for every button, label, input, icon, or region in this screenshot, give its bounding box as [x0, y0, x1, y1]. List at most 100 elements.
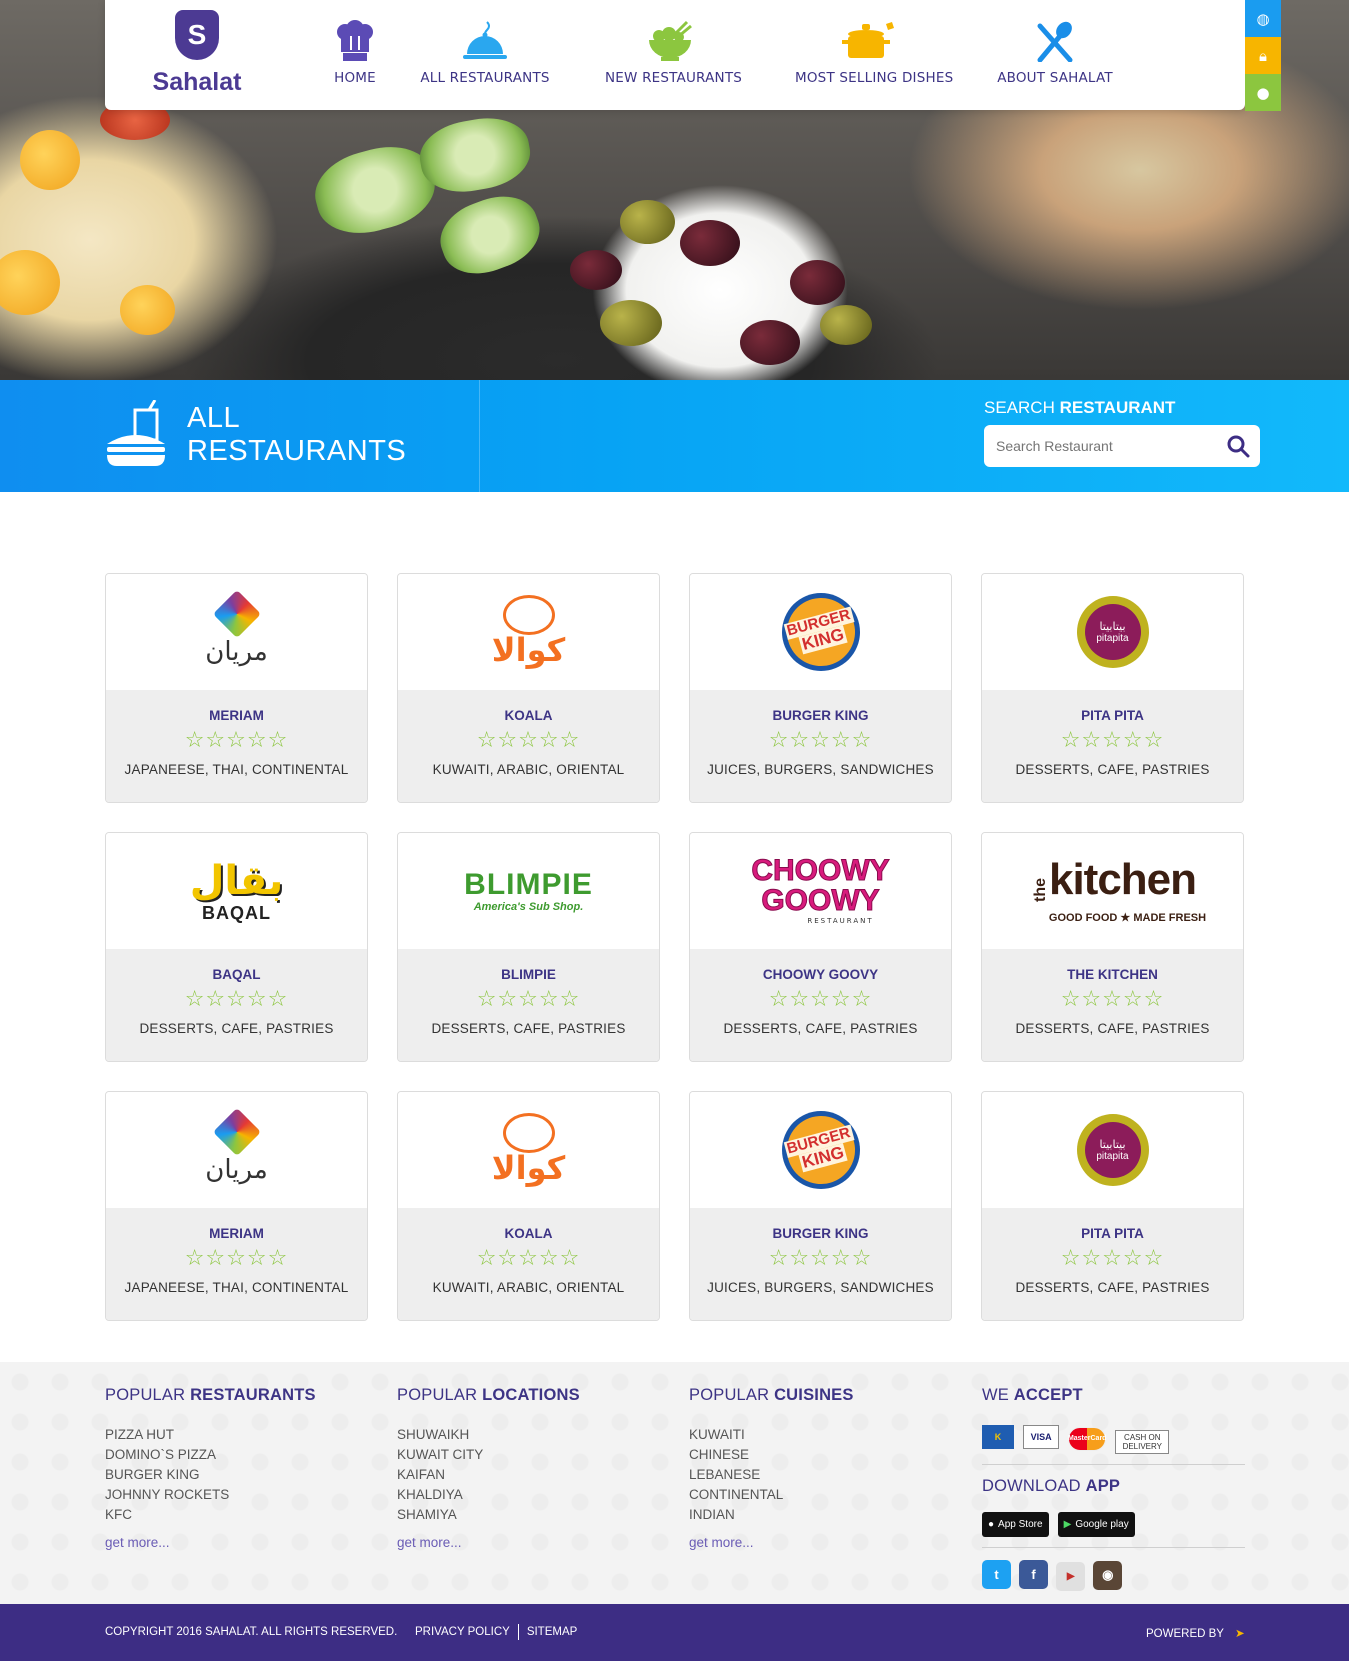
choowy-goowy-logo: CHOOWY GOOWY RESTAURANT	[751, 855, 890, 926]
get-more-link[interactable]: get more...	[105, 1535, 316, 1550]
restaurant-logo-area: بيتابيتا pitapita	[982, 1092, 1243, 1208]
footer-link[interactable]: JOHNNY ROCKETS	[105, 1485, 316, 1505]
footer-link[interactable]: KAIFAN	[397, 1465, 580, 1485]
privacy-policy-link[interactable]: PRIVACY POLICY	[415, 1624, 519, 1640]
footer-link[interactable]: DOMINO`S PIZZA	[105, 1445, 316, 1465]
meriam-logo: مريان	[205, 589, 268, 667]
page-title: ALL RESTAURANTS	[187, 402, 406, 468]
restaurant-card[interactable]: كوالا KOALA ☆☆☆☆☆ KUWAITI, ARABIC, ORIEN…	[397, 573, 660, 803]
footer-link[interactable]: CONTINENTAL	[689, 1485, 854, 1505]
restaurant-cuisine: DESSERTS, CAFE, PASTRIES	[1015, 762, 1210, 777]
language-button[interactable]: ◍	[1245, 0, 1281, 37]
login-button[interactable]: 🔒︎	[1245, 37, 1281, 74]
restaurant-name: KOALA	[504, 708, 553, 723]
kitchen-logo-subtext: GOOD FOOD ★ MADE FRESH	[1048, 911, 1207, 924]
copyright-text: COPYRIGHT 2016 SAHALAT. ALL RIGHTS RESER…	[105, 1626, 398, 1638]
footer-link[interactable]: KUWAITI	[689, 1425, 854, 1445]
knet-card-icon: K	[982, 1425, 1014, 1449]
restaurant-logo-area: CHOOWY GOOWY RESTAURANT	[690, 833, 951, 949]
rating-stars[interactable]: ☆☆☆☆☆	[106, 729, 367, 753]
restaurant-card[interactable]: CHOOWY GOOWY RESTAURANT CHOOWY GOOVY ☆☆☆…	[689, 832, 952, 1062]
footer-link[interactable]: PIZZA HUT	[105, 1425, 316, 1445]
restaurant-card[interactable]: بيتابيتا pitapita PITA PITA ☆☆☆☆☆ DESSER…	[981, 573, 1244, 803]
burger-drink-icon	[105, 399, 167, 470]
restaurant-card[interactable]: BURGER KING BURGER KING ☆☆☆☆☆ JUICES, BU…	[689, 573, 952, 803]
restaurant-name: MERIAM	[209, 1226, 264, 1241]
rating-stars[interactable]: ☆☆☆☆☆	[982, 988, 1243, 1012]
restaurant-card[interactable]: بقال BAQAL BAQAL ☆☆☆☆☆ DESSERTS, CAFE, P…	[105, 832, 368, 1062]
rating-stars[interactable]: ☆☆☆☆☆	[690, 1247, 951, 1271]
restaurant-name: BURGER KING	[772, 1226, 869, 1241]
restaurant-info: KOALA ☆☆☆☆☆ KUWAITI, ARABIC, ORIENTAL	[398, 690, 659, 802]
restaurant-card[interactable]: BURGER KING BURGER KING ☆☆☆☆☆ JUICES, BU…	[689, 1091, 952, 1321]
restaurant-card[interactable]: thekitchen GOOD FOOD ★ MADE FRESH THE KI…	[981, 832, 1244, 1062]
restaurant-cuisine: DESSERTS, CAFE, PASTRIES	[1015, 1021, 1210, 1036]
footer-link[interactable]: KUWAIT CITY	[397, 1445, 580, 1465]
footer-link[interactable]: CHINESE	[689, 1445, 854, 1465]
search-input[interactable]	[984, 425, 1204, 467]
youtube-icon[interactable]: ▶	[1056, 1562, 1086, 1591]
rating-stars[interactable]: ☆☆☆☆☆	[398, 1247, 659, 1271]
apple-icon: ●	[988, 1519, 995, 1530]
burger-king-logo: BURGER KING	[778, 1108, 863, 1192]
footer-divider	[982, 1464, 1245, 1465]
search-label: SEARCH RESTAURANT	[984, 398, 1175, 418]
restaurant-card[interactable]: مريان MERIAM ☆☆☆☆☆ JAPANEESE, THAI, CONT…	[105, 1091, 368, 1321]
footer-heading-bold: RESTAURANTS	[190, 1386, 316, 1404]
developer-logo-icon[interactable]: ➤	[1235, 1628, 1245, 1640]
restaurant-info: THE KITCHEN ☆☆☆☆☆ DESSERTS, CAFE, PASTRI…	[982, 949, 1243, 1061]
nav-new-restaurants[interactable]: NEW RESTAURANTS	[605, 0, 742, 110]
top-navigation: S Sahalat HOME ALL RESTAURANTS NEW RESTA…	[105, 0, 1281, 111]
app-store-badge[interactable]: ● App Store	[982, 1512, 1049, 1537]
user-icon: ●	[1256, 83, 1270, 102]
restaurant-cuisine: KUWAITI, ARABIC, ORIENTAL	[432, 1280, 625, 1295]
restaurant-logo-area: كوالا	[398, 1092, 659, 1208]
nav-label: ALL RESTAURANTS	[420, 70, 550, 86]
restaurant-card[interactable]: كوالا KOALA ☆☆☆☆☆ KUWAITI, ARABIC, ORIEN…	[397, 1091, 660, 1321]
get-more-link[interactable]: get more...	[689, 1535, 854, 1550]
rating-stars[interactable]: ☆☆☆☆☆	[106, 1247, 367, 1271]
footer-divider	[982, 1547, 1245, 1548]
footer-link[interactable]: INDIAN	[689, 1505, 854, 1525]
google-play-badge[interactable]: ▶ Google play	[1057, 1512, 1135, 1537]
sitemap-link[interactable]: SITEMAP	[519, 1624, 585, 1640]
footer-link[interactable]: SHAMIYA	[397, 1505, 580, 1525]
facebook-icon[interactable]: f	[1019, 1560, 1049, 1589]
restaurant-card[interactable]: BLIMPIE America's Sub Shop. BLIMPIE ☆☆☆☆…	[397, 832, 660, 1062]
rating-stars[interactable]: ☆☆☆☆☆	[398, 729, 659, 753]
footer-link[interactable]: KFC	[105, 1505, 316, 1525]
restaurant-logo-area: بيتابيتا pitapita	[982, 574, 1243, 690]
rating-stars[interactable]: ☆☆☆☆☆	[106, 988, 367, 1012]
footer-link[interactable]: LEBANESE	[689, 1465, 854, 1485]
register-button[interactable]: ●	[1245, 74, 1281, 111]
nav-about-sahalat[interactable]: ABOUT SAHALAT	[995, 0, 1115, 110]
get-more-link[interactable]: get more...	[397, 1535, 580, 1550]
page-title-line1: ALL	[187, 402, 241, 434]
rating-stars[interactable]: ☆☆☆☆☆	[398, 988, 659, 1012]
rating-stars[interactable]: ☆☆☆☆☆	[982, 1247, 1243, 1271]
restaurant-cuisine: DESSERTS, CAFE, PASTRIES	[139, 1021, 334, 1036]
footer-link[interactable]: BURGER KING	[105, 1465, 316, 1485]
restaurant-info: BURGER KING ☆☆☆☆☆ JUICES, BURGERS, SANDW…	[690, 690, 951, 802]
footer-link[interactable]: KHALDIYA	[397, 1485, 580, 1505]
rating-stars[interactable]: ☆☆☆☆☆	[690, 729, 951, 753]
rating-stars[interactable]: ☆☆☆☆☆	[690, 988, 951, 1012]
search-button[interactable]	[1226, 434, 1250, 458]
rating-stars[interactable]: ☆☆☆☆☆	[982, 729, 1243, 753]
nav-home[interactable]: HOME	[315, 0, 395, 110]
footer-link[interactable]: SHUWAIKH	[397, 1425, 580, 1445]
nav-all-restaurants[interactable]: ALL RESTAURANTS	[420, 0, 550, 110]
chef-hat-icon	[315, 0, 395, 62]
blimpie-logo-subtext: America's Sub Shop.	[473, 901, 584, 913]
choowy-logo-subtext: RESTAURANT	[807, 917, 874, 925]
restaurant-card[interactable]: مريان MERIAM ☆☆☆☆☆ JAPANEESE, THAI, CONT…	[105, 573, 368, 803]
twitter-icon[interactable]: t	[982, 1560, 1011, 1589]
pita-pita-logo: بيتابيتا pitapita	[1076, 1114, 1149, 1186]
instagram-icon[interactable]: ◉	[1093, 1560, 1123, 1590]
footer-heading-light: DOWNLOAD	[982, 1477, 1081, 1495]
footer-heading-light: POPULAR	[689, 1386, 770, 1404]
nav-most-selling-dishes[interactable]: MOST SELLING DISHES	[795, 0, 953, 110]
sahalat-logo[interactable]: S Sahalat	[147, 10, 247, 102]
restaurant-card[interactable]: بيتابيتا pitapita PITA PITA ☆☆☆☆☆ DESSER…	[981, 1091, 1244, 1321]
pita-logo-text: pitapita	[1096, 1150, 1129, 1162]
